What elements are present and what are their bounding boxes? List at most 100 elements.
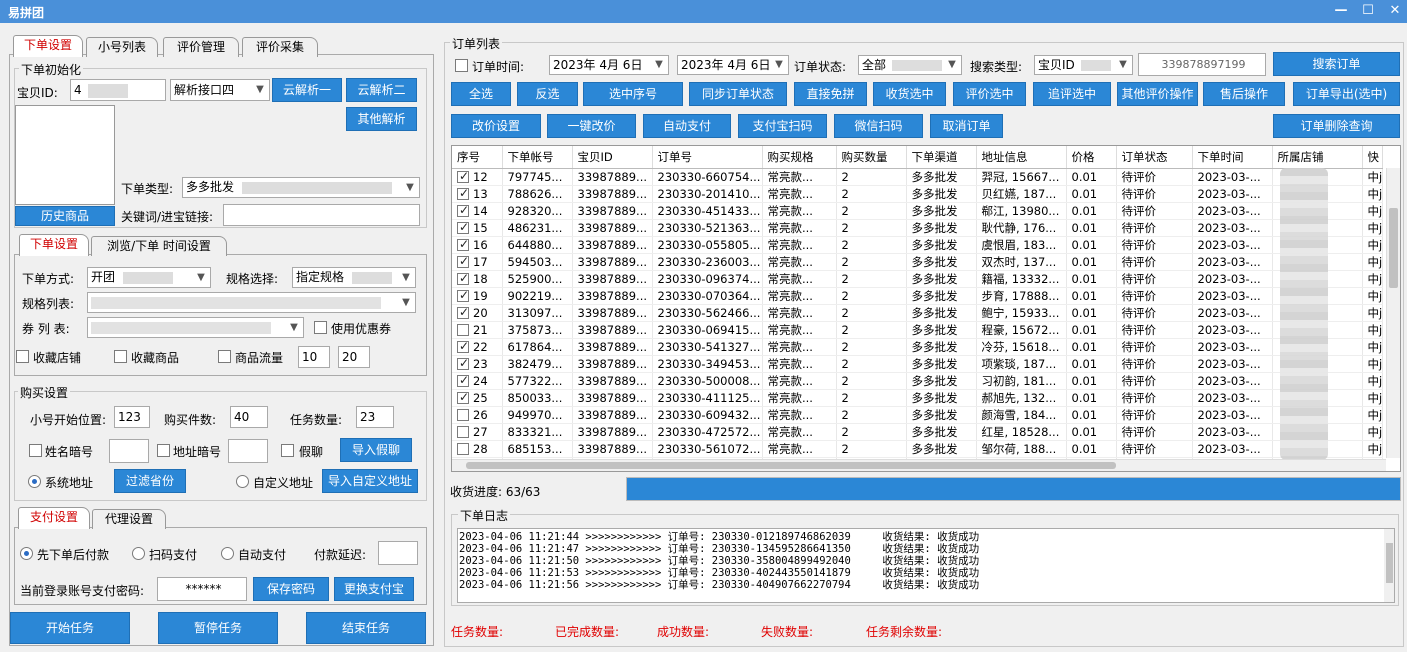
tab-sub-order[interactable]: 下单设置 [19,234,89,256]
tab-review-collect[interactable]: 评价采集 [242,37,318,57]
auto-pay-button[interactable]: 自动支付 [643,114,731,138]
table-row[interactable]: 18 525900...33987889...230330-096374...常亮… [452,270,1384,288]
traffic-min-input[interactable]: 10 [298,346,330,368]
traffic-checkbox[interactable] [218,350,231,363]
tab-review-manage[interactable]: 评价管理 [163,37,239,57]
horizontal-scrollbar[interactable] [452,459,1386,471]
row-checkbox[interactable] [457,426,469,438]
row-checkbox[interactable] [457,373,469,387]
addr-code-checkbox[interactable] [157,444,170,457]
sys-addr-radio[interactable] [28,475,41,488]
row-checkbox[interactable] [457,186,469,200]
column-header[interactable]: 下单渠道 [906,146,977,169]
wechat-scan-button[interactable]: 微信扫码 [834,114,923,138]
scrollbar-thumb[interactable] [1389,208,1398,288]
table-row[interactable]: 14 928320...33987889...230330-451433...常亮… [452,202,1384,220]
order-method-select[interactable]: 开团 ▼ [87,267,211,288]
task-count-input[interactable]: 23 [356,406,394,428]
order-time-checkbox[interactable] [455,59,468,72]
pay-delay-input[interactable] [378,541,418,565]
row-checkbox[interactable] [457,220,469,234]
coupon-list-select[interactable]: ▼ [87,317,304,338]
tab-sub-time[interactable]: 浏览/下单 时间设置 [91,236,227,256]
date-from-picker[interactable]: 2023年 4月 6日 ▼ [549,55,669,75]
end-task-button[interactable]: 结束任务 [306,612,426,644]
minimize-icon[interactable]: — [1330,2,1352,20]
traffic-max-input[interactable]: 20 [338,346,370,368]
after-sale-button[interactable]: 售后操作 [1203,82,1285,106]
table-row[interactable]: 12 797745...33987889...230330-660754...常亮… [452,168,1384,186]
column-header[interactable]: 购买规格 [762,146,837,169]
pay-pwd-input[interactable]: ****** [157,577,247,601]
row-checkbox[interactable] [457,443,469,455]
export-selected-button[interactable]: 订单导出(选中) [1293,82,1400,106]
row-checkbox[interactable] [457,203,469,217]
tab-order-settings[interactable]: 下单设置 [13,35,83,57]
search-orders-button[interactable]: 搜索订单 [1273,52,1400,76]
row-checkbox[interactable] [457,390,469,404]
close-icon[interactable]: ✕ [1384,2,1406,20]
history-items-button[interactable]: 历史商品 [15,206,115,226]
column-header[interactable]: 价格 [1066,146,1117,169]
other-review-button[interactable]: 其他评价操作 [1117,82,1198,106]
item-id-input[interactable]: 4 [70,79,166,101]
search-type-select[interactable]: 宝贝ID ▼ [1034,55,1133,75]
tab-pay-settings[interactable]: 支付设置 [18,507,90,529]
table-row[interactable]: 20 313097...33987889...230330-562466...常亮… [452,304,1384,322]
table-row[interactable]: 23 382479...33987889...230330-349453...常亮… [452,355,1384,373]
import-custom-addr-button[interactable]: 导入自定义地址 [322,469,418,493]
invert-select-button[interactable]: 反选 [517,82,578,106]
row-checkbox[interactable] [457,356,469,370]
column-header[interactable]: 订单状态 [1116,146,1193,169]
column-header[interactable]: 订单号 [652,146,763,169]
fake-chat-checkbox[interactable] [281,444,294,457]
row-checkbox[interactable] [457,339,469,353]
addr-code-input[interactable] [228,439,268,463]
keyword-input[interactable] [223,204,420,226]
row-checkbox[interactable] [457,324,469,336]
use-coupon-checkbox[interactable] [314,321,327,334]
receive-selected-button[interactable]: 收货选中 [873,82,946,106]
row-checkbox[interactable] [457,409,469,421]
column-header[interactable]: 购买数量 [836,146,907,169]
price-settings-button[interactable]: 改价设置 [451,114,541,138]
log-scrollbar-thumb[interactable] [1386,543,1393,583]
row-checkbox[interactable] [457,169,469,183]
sync-status-button[interactable]: 同步订单状态 [689,82,787,106]
spec-list-select[interactable]: ▼ [87,292,416,313]
custom-addr-radio[interactable] [236,475,249,488]
table-row[interactable]: 16 644880...33987889...230330-055805...常亮… [452,236,1384,254]
column-header[interactable]: 快 [1362,146,1384,169]
parse-interface-select[interactable]: 解析接口四 ▼ [170,79,270,101]
row-checkbox[interactable] [457,254,469,268]
row-checkbox[interactable] [457,237,469,251]
table-row[interactable]: 19 902219...33987889...230330-070364...常亮… [452,287,1384,305]
column-header[interactable]: 下单帐号 [502,146,573,169]
tab-proxy-settings[interactable]: 代理设置 [92,509,166,529]
column-header[interactable]: 序号 [452,146,503,169]
qty-input[interactable]: 40 [230,406,268,428]
table-row[interactable]: 21 375873... 33987889... 230330-069415... 常亮… [452,321,1384,339]
follow-review-button[interactable]: 追评选中 [1033,82,1111,106]
review-selected-button[interactable]: 评价选中 [953,82,1026,106]
select-all-button[interactable]: 全选 [451,82,511,106]
save-pwd-button[interactable]: 保存密码 [253,577,329,601]
delete-order-query-button[interactable]: 订单删除查询 [1273,114,1400,138]
spec-select[interactable]: 指定规格 ▼ [292,267,416,288]
name-code-checkbox[interactable] [29,444,42,457]
pause-task-button[interactable]: 暂停任务 [158,612,278,644]
table-row[interactable]: 26 949970... 33987889... 230330-609432... 常亮… [452,406,1384,424]
column-header[interactable]: 下单时间 [1192,146,1273,169]
other-parse-button[interactable]: 其他解析 [346,107,417,131]
date-to-picker[interactable]: 2023年 4月 6日 ▼ [677,55,789,75]
column-header[interactable]: 地址信息 [976,146,1067,169]
table-row[interactable]: 15 486231...33987889...230330-521363...常亮… [452,219,1384,237]
log-scrollbar[interactable] [1384,529,1394,602]
import-fake-chat-button[interactable]: 导入假聊 [340,438,412,462]
fav-item-checkbox[interactable] [114,350,127,363]
cancel-order-button[interactable]: 取消订单 [930,114,1003,138]
change-alipay-button[interactable]: 更换支付宝 [334,577,414,601]
pay-later-radio[interactable] [20,547,33,560]
column-header[interactable]: 所属店铺 [1272,146,1363,169]
search-input[interactable]: 339878897199 [1138,53,1266,76]
